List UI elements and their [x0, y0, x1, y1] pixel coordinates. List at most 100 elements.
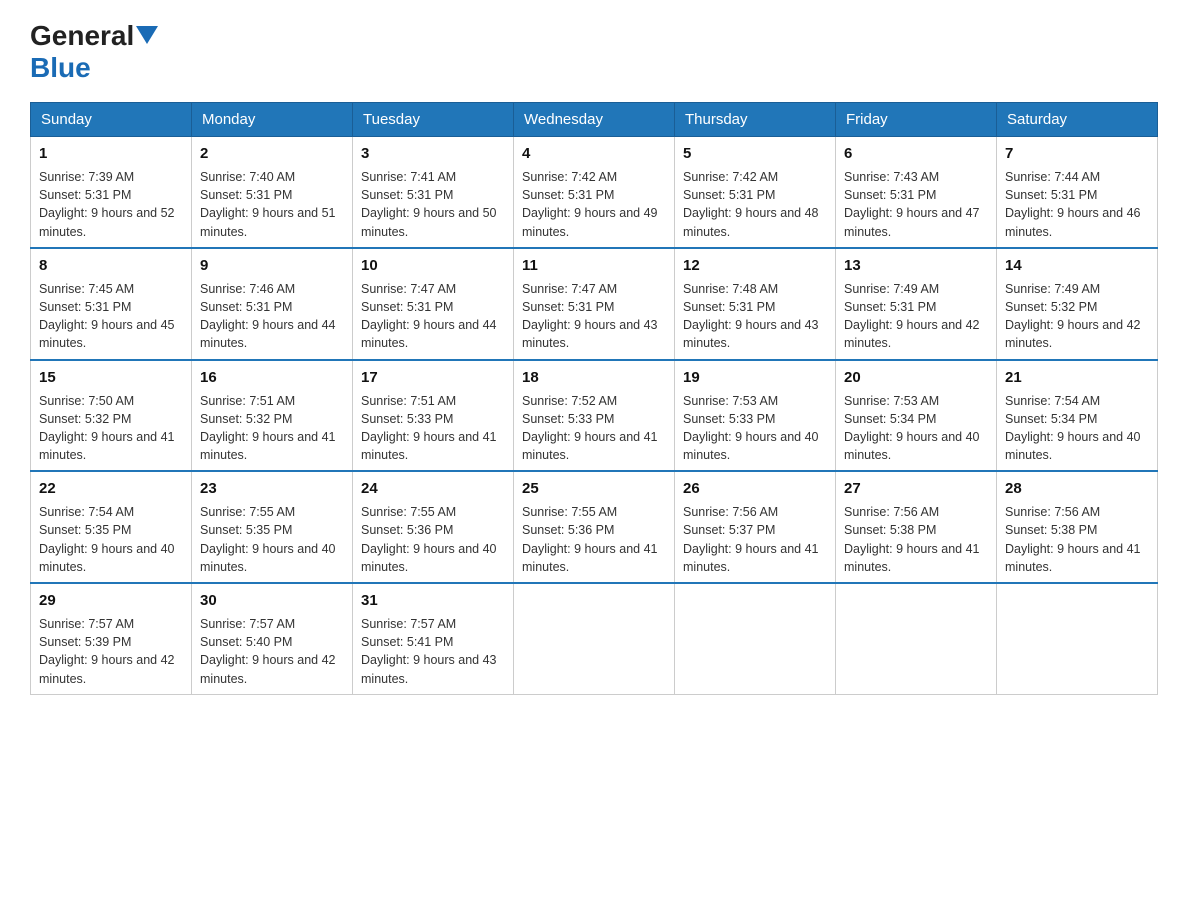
calendar-cell: 17 Sunrise: 7:51 AMSunset: 5:33 PMDayligh…	[353, 360, 514, 472]
day-info: Sunrise: 7:57 AMSunset: 5:41 PMDaylight:…	[361, 617, 497, 686]
header-tuesday: Tuesday	[353, 103, 514, 137]
day-info: Sunrise: 7:57 AMSunset: 5:39 PMDaylight:…	[39, 617, 175, 686]
day-number: 30	[200, 590, 344, 611]
day-info: Sunrise: 7:55 AMSunset: 5:35 PMDaylight:…	[200, 505, 336, 574]
calendar-cell: 28 Sunrise: 7:56 AMSunset: 5:38 PMDayligh…	[997, 471, 1158, 583]
logo: General Blue	[30, 20, 158, 84]
calendar-cell	[514, 583, 675, 694]
day-number: 12	[683, 255, 827, 276]
calendar-cell	[675, 583, 836, 694]
day-info: Sunrise: 7:39 AMSunset: 5:31 PMDaylight:…	[39, 170, 175, 239]
day-info: Sunrise: 7:47 AMSunset: 5:31 PMDaylight:…	[522, 282, 658, 351]
day-info: Sunrise: 7:41 AMSunset: 5:31 PMDaylight:…	[361, 170, 497, 239]
week-row-2: 8Sunrise: 7:45 AMSunset: 5:31 PMDaylight…	[31, 248, 1158, 360]
day-info: Sunrise: 7:55 AMSunset: 5:36 PMDaylight:…	[522, 505, 658, 574]
calendar-cell: 12 Sunrise: 7:48 AMSunset: 5:31 PMDayligh…	[675, 248, 836, 360]
day-info: Sunrise: 7:47 AMSunset: 5:31 PMDaylight:…	[361, 282, 497, 351]
day-info: Sunrise: 7:50 AMSunset: 5:32 PMDaylight:…	[39, 394, 175, 463]
calendar-cell: 18Sunrise: 7:52 AMSunset: 5:33 PMDayligh…	[514, 360, 675, 472]
calendar-cell: 10 Sunrise: 7:47 AMSunset: 5:31 PMDayligh…	[353, 248, 514, 360]
calendar-cell: 20 Sunrise: 7:53 AMSunset: 5:34 PMDayligh…	[836, 360, 997, 472]
day-number: 22	[39, 478, 183, 499]
day-number: 28	[1005, 478, 1149, 499]
calendar-cell: 5 Sunrise: 7:42 AMSunset: 5:31 PMDaylight…	[675, 137, 836, 248]
day-info: Sunrise: 7:53 AMSunset: 5:33 PMDaylight:…	[683, 394, 819, 463]
calendar-cell: 6Sunrise: 7:43 AMSunset: 5:31 PMDaylight…	[836, 137, 997, 248]
day-number: 19	[683, 367, 827, 388]
day-number: 29	[39, 590, 183, 611]
day-number: 26	[683, 478, 827, 499]
calendar-cell: 13Sunrise: 7:49 AMSunset: 5:31 PMDayligh…	[836, 248, 997, 360]
day-info: Sunrise: 7:49 AMSunset: 5:32 PMDaylight:…	[1005, 282, 1141, 351]
day-info: Sunrise: 7:57 AMSunset: 5:40 PMDaylight:…	[200, 617, 336, 686]
day-info: Sunrise: 7:56 AMSunset: 5:38 PMDaylight:…	[844, 505, 980, 574]
day-info: Sunrise: 7:48 AMSunset: 5:31 PMDaylight:…	[683, 282, 819, 351]
calendar-cell: 3 Sunrise: 7:41 AMSunset: 5:31 PMDaylight…	[353, 137, 514, 248]
day-number: 3	[361, 143, 505, 164]
day-number: 15	[39, 367, 183, 388]
day-number: 21	[1005, 367, 1149, 388]
week-row-4: 22 Sunrise: 7:54 AMSunset: 5:35 PMDayligh…	[31, 471, 1158, 583]
day-number: 1	[39, 143, 183, 164]
logo-arrow-icon	[136, 26, 158, 48]
logo-blue-part	[134, 24, 158, 48]
day-info: Sunrise: 7:54 AMSunset: 5:34 PMDaylight:…	[1005, 394, 1141, 463]
day-number: 17	[361, 367, 505, 388]
calendar-cell: 25 Sunrise: 7:55 AMSunset: 5:36 PMDayligh…	[514, 471, 675, 583]
weekday-header-row: SundayMondayTuesdayWednesdayThursdayFrid…	[31, 103, 1158, 137]
day-info: Sunrise: 7:54 AMSunset: 5:35 PMDaylight:…	[39, 505, 175, 574]
day-info: Sunrise: 7:55 AMSunset: 5:36 PMDaylight:…	[361, 505, 497, 574]
day-number: 6	[844, 143, 988, 164]
day-number: 2	[200, 143, 344, 164]
day-number: 20	[844, 367, 988, 388]
calendar-cell: 19 Sunrise: 7:53 AMSunset: 5:33 PMDayligh…	[675, 360, 836, 472]
header-wednesday: Wednesday	[514, 103, 675, 137]
calendar-cell: 9 Sunrise: 7:46 AMSunset: 5:31 PMDaylight…	[192, 248, 353, 360]
day-info: Sunrise: 7:42 AMSunset: 5:31 PMDaylight:…	[683, 170, 819, 239]
calendar-cell: 8Sunrise: 7:45 AMSunset: 5:31 PMDaylight…	[31, 248, 192, 360]
calendar-table: SundayMondayTuesdayWednesdayThursdayFrid…	[30, 102, 1158, 695]
calendar-cell: 26 Sunrise: 7:56 AMSunset: 5:37 PMDayligh…	[675, 471, 836, 583]
calendar-cell: 27 Sunrise: 7:56 AMSunset: 5:38 PMDayligh…	[836, 471, 997, 583]
calendar-cell: 4Sunrise: 7:42 AMSunset: 5:31 PMDaylight…	[514, 137, 675, 248]
calendar-cell: 30 Sunrise: 7:57 AMSunset: 5:40 PMDayligh…	[192, 583, 353, 694]
day-info: Sunrise: 7:46 AMSunset: 5:31 PMDaylight:…	[200, 282, 336, 351]
calendar-cell: 23 Sunrise: 7:55 AMSunset: 5:35 PMDayligh…	[192, 471, 353, 583]
day-number: 13	[844, 255, 988, 276]
logo-blue-text: Blue	[30, 52, 91, 84]
day-info: Sunrise: 7:56 AMSunset: 5:37 PMDaylight:…	[683, 505, 819, 574]
day-number: 10	[361, 255, 505, 276]
day-number: 16	[200, 367, 344, 388]
calendar-cell: 31Sunrise: 7:57 AMSunset: 5:41 PMDayligh…	[353, 583, 514, 694]
calendar-cell: 24 Sunrise: 7:55 AMSunset: 5:36 PMDayligh…	[353, 471, 514, 583]
logo-general-text: General	[30, 20, 134, 52]
day-number: 8	[39, 255, 183, 276]
day-number: 25	[522, 478, 666, 499]
week-row-5: 29 Sunrise: 7:57 AMSunset: 5:39 PMDayligh…	[31, 583, 1158, 694]
calendar-cell: 15 Sunrise: 7:50 AMSunset: 5:32 PMDayligh…	[31, 360, 192, 472]
day-info: Sunrise: 7:56 AMSunset: 5:38 PMDaylight:…	[1005, 505, 1141, 574]
day-info: Sunrise: 7:44 AMSunset: 5:31 PMDaylight:…	[1005, 170, 1141, 239]
day-number: 9	[200, 255, 344, 276]
day-number: 7	[1005, 143, 1149, 164]
week-row-3: 15 Sunrise: 7:50 AMSunset: 5:32 PMDayligh…	[31, 360, 1158, 472]
day-number: 14	[1005, 255, 1149, 276]
day-info: Sunrise: 7:52 AMSunset: 5:33 PMDaylight:…	[522, 394, 658, 463]
day-info: Sunrise: 7:40 AMSunset: 5:31 PMDaylight:…	[200, 170, 336, 239]
calendar-cell: 16 Sunrise: 7:51 AMSunset: 5:32 PMDayligh…	[192, 360, 353, 472]
header-sunday: Sunday	[31, 103, 192, 137]
calendar-cell: 1 Sunrise: 7:39 AMSunset: 5:31 PMDaylight…	[31, 137, 192, 248]
day-number: 5	[683, 143, 827, 164]
header-saturday: Saturday	[997, 103, 1158, 137]
day-info: Sunrise: 7:51 AMSunset: 5:32 PMDaylight:…	[200, 394, 336, 463]
calendar-cell: 21 Sunrise: 7:54 AMSunset: 5:34 PMDayligh…	[997, 360, 1158, 472]
calendar-cell: 14 Sunrise: 7:49 AMSunset: 5:32 PMDayligh…	[997, 248, 1158, 360]
header-friday: Friday	[836, 103, 997, 137]
day-info: Sunrise: 7:53 AMSunset: 5:34 PMDaylight:…	[844, 394, 980, 463]
day-number: 24	[361, 478, 505, 499]
day-info: Sunrise: 7:51 AMSunset: 5:33 PMDaylight:…	[361, 394, 497, 463]
day-number: 23	[200, 478, 344, 499]
calendar-cell: 11Sunrise: 7:47 AMSunset: 5:31 PMDayligh…	[514, 248, 675, 360]
calendar-cell: 29 Sunrise: 7:57 AMSunset: 5:39 PMDayligh…	[31, 583, 192, 694]
day-number: 27	[844, 478, 988, 499]
